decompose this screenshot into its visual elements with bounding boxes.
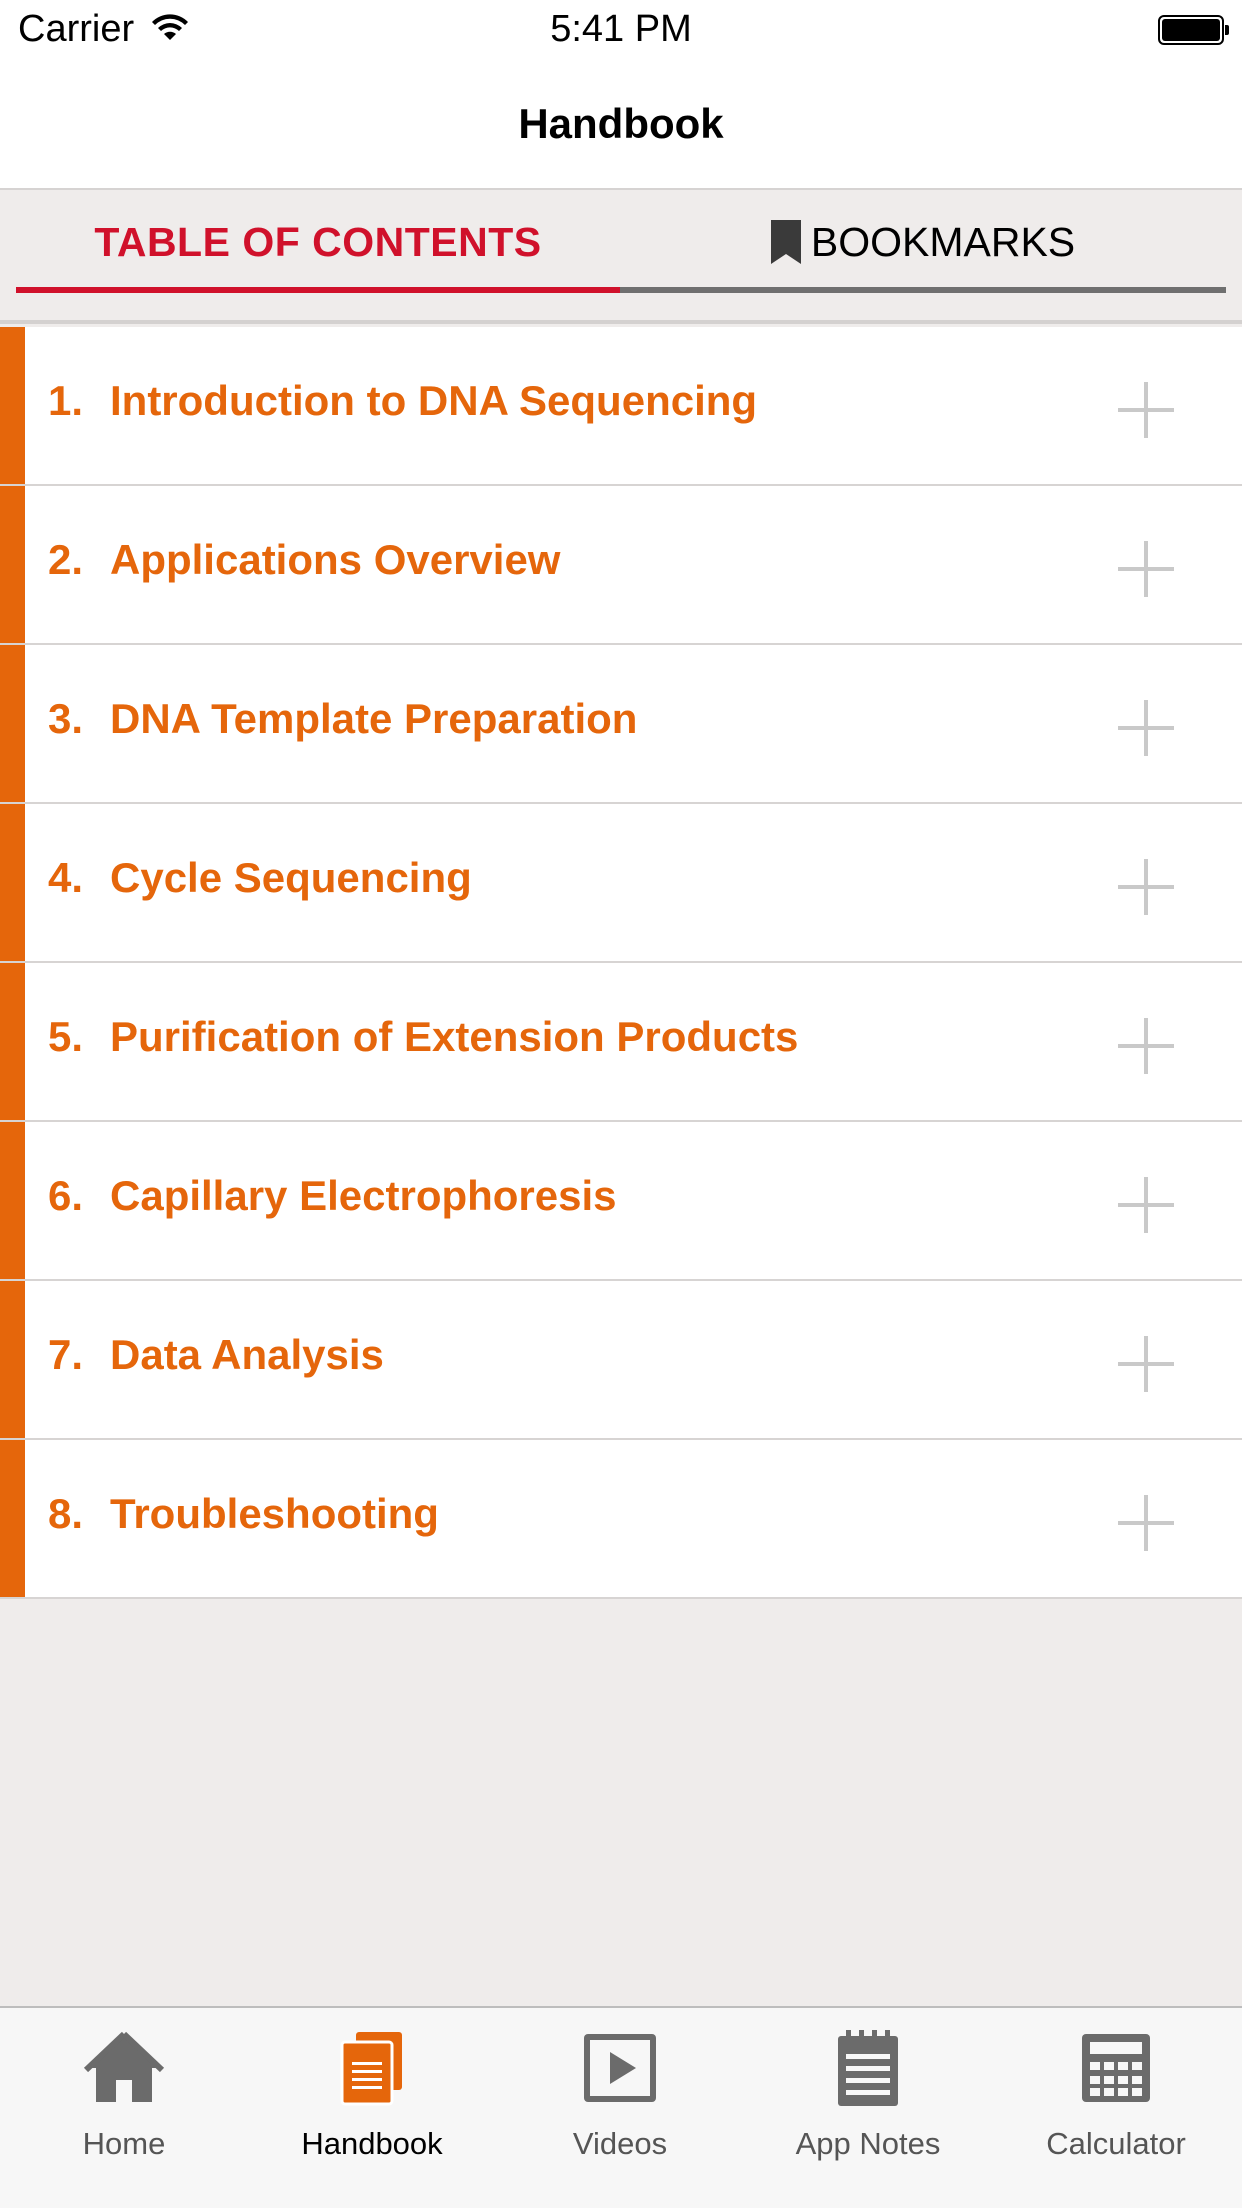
calculator-icon: [1082, 2034, 1150, 2102]
tab-divider-line: [620, 287, 1226, 293]
toc-row[interactable]: 2. Applications Overview: [0, 486, 1242, 645]
status-bar: Carrier 5:41 PM: [0, 0, 1242, 60]
expand-plus-icon[interactable]: [1118, 859, 1174, 915]
tab-bookmarks-label: BOOKMARKS: [810, 218, 1076, 265]
row-accent-bar: [0, 645, 25, 802]
bottom-tab-bar: Home Handbook Videos App Notes Calculato…: [0, 2006, 1242, 2208]
toc-row[interactable]: 3. DNA Template Preparation: [0, 645, 1242, 804]
chapter-title: Data Analysis: [110, 1331, 384, 1378]
toc-row[interactable]: 6. Capillary Electrophoresis: [0, 1122, 1242, 1281]
tab-bar-item-videos[interactable]: Videos: [496, 2008, 744, 2208]
row-accent-bar: [0, 1440, 25, 1597]
notepad-icon: [838, 2030, 898, 2106]
video-play-icon: [584, 2034, 656, 2102]
tab-bar-label: Calculator: [1046, 2126, 1186, 2161]
chapter-number: 8.: [48, 1490, 84, 1537]
toc-row[interactable]: 4. Cycle Sequencing: [0, 804, 1242, 963]
expand-plus-icon[interactable]: [1118, 1336, 1174, 1392]
bookmark-icon: [770, 220, 801, 264]
row-accent-bar: [0, 804, 25, 961]
tab-bar-item-calculator[interactable]: Calculator: [992, 2008, 1240, 2208]
content-tabs: TABLE OF CONTENTS BOOKMARKS: [0, 192, 1242, 324]
active-tab-indicator: [16, 287, 620, 293]
home-icon: [84, 2031, 164, 2102]
tab-bar-item-home[interactable]: Home: [0, 2008, 248, 2208]
tab-bar-item-handbook[interactable]: Handbook: [248, 2008, 496, 2208]
chapter-title: Cycle Sequencing: [110, 854, 472, 901]
toc-row[interactable]: 1. Introduction to DNA Sequencing: [0, 327, 1242, 486]
tab-bar-item-app-notes[interactable]: App Notes: [744, 2008, 992, 2208]
expand-plus-icon[interactable]: [1118, 382, 1174, 438]
tab-bar-label: Home: [82, 2126, 166, 2161]
row-accent-bar: [0, 963, 25, 1120]
row-accent-bar: [0, 1122, 25, 1279]
battery-icon: [1158, 15, 1229, 45]
toc-row[interactable]: 8. Troubleshooting: [0, 1440, 1242, 1599]
chapter-title: DNA Template Preparation: [110, 695, 638, 742]
expand-plus-icon[interactable]: [1118, 1495, 1174, 1551]
row-accent-bar: [0, 1281, 25, 1438]
tab-bar-label: Handbook: [301, 2126, 443, 2161]
expand-plus-icon[interactable]: [1118, 1177, 1174, 1233]
expand-plus-icon[interactable]: [1118, 1018, 1174, 1074]
row-accent-bar: [0, 327, 25, 484]
tab-bar-label: Videos: [572, 2126, 668, 2161]
navigation-bar: Handbook: [0, 60, 1242, 190]
chapter-number: 3.: [48, 695, 84, 742]
chapter-number: 4.: [48, 854, 84, 901]
expand-plus-icon[interactable]: [1118, 700, 1174, 756]
chapter-number: 6.: [48, 1172, 84, 1219]
tab-table-of-contents-label: TABLE OF CONTENTS: [94, 218, 542, 265]
chapter-number: 1.: [48, 377, 84, 424]
chapter-number: 2.: [48, 536, 84, 583]
app-screen: Carrier 5:41 PM Handbook TABLE OF CONTEN…: [0, 0, 1242, 2208]
status-time: 5:41 PM: [550, 8, 692, 50]
toc-row[interactable]: 5. Purification of Extension Products: [0, 963, 1242, 1122]
chapter-title: Troubleshooting: [110, 1490, 439, 1537]
chapter-number: 5.: [48, 1013, 84, 1060]
chapter-number: 7.: [48, 1331, 84, 1378]
expand-plus-icon[interactable]: [1118, 541, 1174, 597]
chapter-title: Applications Overview: [110, 536, 561, 583]
toc-list: 1. Introduction to DNA Sequencing 2. App…: [0, 327, 1242, 1599]
chapter-title: Introduction to DNA Sequencing: [110, 377, 758, 424]
toc-row[interactable]: 7. Data Analysis: [0, 1281, 1242, 1440]
tab-bookmarks[interactable]: BOOKMARKS: [620, 192, 1226, 292]
row-accent-bar: [0, 486, 25, 643]
tab-bar-label: App Notes: [795, 2126, 941, 2161]
page-title: Handbook: [518, 100, 724, 147]
tab-table-of-contents[interactable]: TABLE OF CONTENTS: [16, 192, 620, 292]
chapter-title: Capillary Electrophoresis: [110, 1172, 617, 1219]
chapter-title: Purification of Extension Products: [110, 1013, 799, 1060]
handbook-icon: [340, 2032, 402, 2106]
